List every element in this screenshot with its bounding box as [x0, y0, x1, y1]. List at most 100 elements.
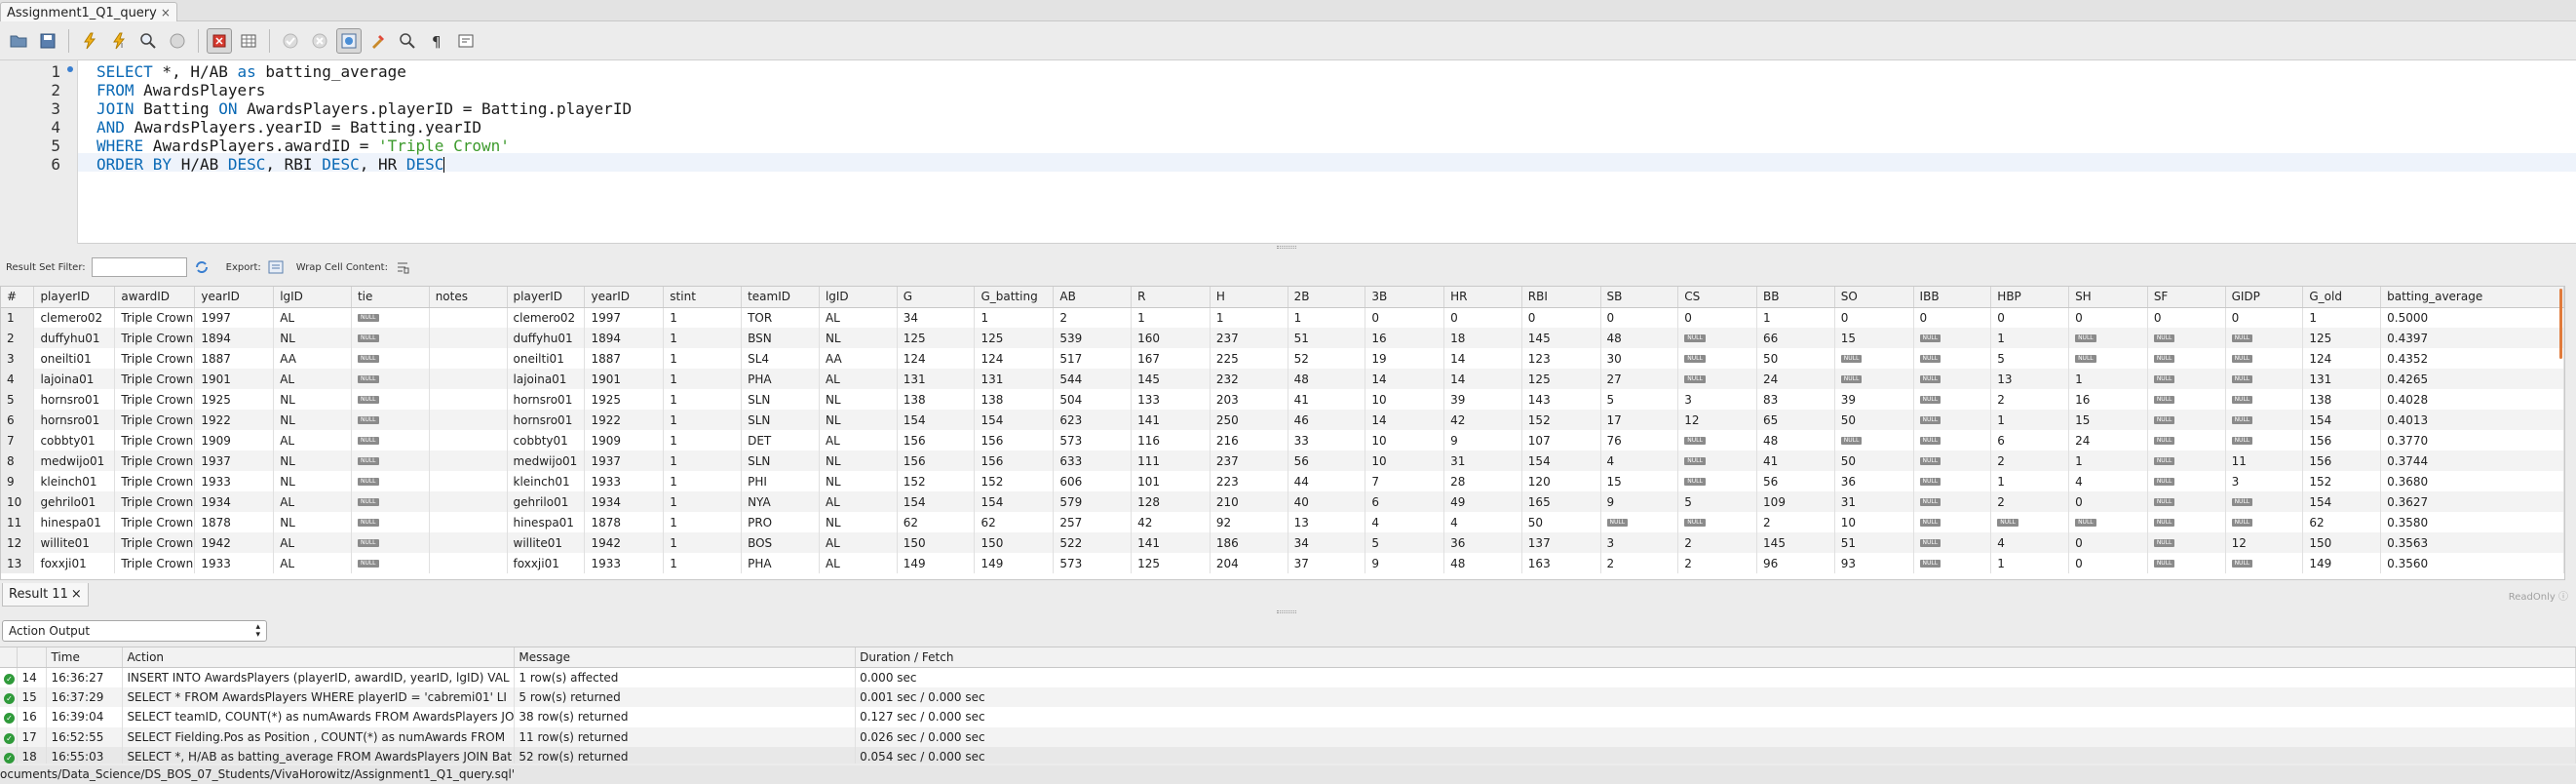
table-cell[interactable]: cobbty01: [507, 430, 586, 451]
table-cell[interactable]: NL: [273, 512, 352, 532]
table-cell[interactable]: 167: [1131, 348, 1211, 369]
table-cell[interactable]: Triple Crown: [114, 328, 196, 348]
table-cell[interactable]: [429, 491, 508, 512]
table-cell[interactable]: 1: [663, 430, 743, 451]
table-cell[interactable]: 125: [1131, 553, 1211, 573]
table-cell[interactable]: 5: [1600, 389, 1679, 410]
output-cell[interactable]: SELECT teamID, COUNT(*) as numAwards FRO…: [122, 707, 516, 727]
table-cell[interactable]: NL: [273, 471, 352, 491]
table-cell[interactable]: NULL: [2147, 348, 2226, 369]
table-cell[interactable]: 1: [663, 553, 743, 573]
table-cell[interactable]: 5: [1365, 532, 1445, 553]
table-cell[interactable]: 0: [1990, 307, 2070, 328]
beautify-icon[interactable]: [365, 28, 391, 54]
table-cell[interactable]: Triple Crown: [114, 553, 196, 573]
table-cell[interactable]: NULL: [1913, 553, 1992, 573]
table-cell[interactable]: AA: [819, 348, 898, 369]
table-cell[interactable]: NL: [819, 328, 898, 348]
table-cell[interactable]: NYA: [741, 491, 820, 512]
table-cell[interactable]: 31: [1834, 491, 1914, 512]
table-cell[interactable]: 186: [1210, 532, 1288, 553]
table-cell[interactable]: 1: [663, 348, 743, 369]
execute-icon[interactable]: [77, 28, 102, 54]
table-cell[interactable]: 544: [1053, 369, 1133, 389]
table-cell[interactable]: 92: [1210, 512, 1288, 532]
table-cell[interactable]: NL: [273, 410, 352, 430]
table-cell[interactable]: AL: [273, 491, 352, 512]
commit-icon[interactable]: [278, 28, 303, 54]
table-cell[interactable]: 1933: [194, 553, 275, 573]
table-cell[interactable]: 2: [1990, 491, 2070, 512]
refresh-icon[interactable]: [193, 258, 211, 276]
table-cell[interactable]: 232: [1210, 369, 1288, 389]
table-cell[interactable]: 1933: [584, 471, 665, 491]
table-cell[interactable]: 0.4352: [2380, 348, 2564, 369]
table-cell[interactable]: medwijo01: [507, 451, 586, 471]
table-cell[interactable]: 1894: [584, 328, 665, 348]
table-cell[interactable]: NULL: [1913, 430, 1992, 451]
table-cell[interactable]: 1: [2068, 451, 2148, 471]
table-cell[interactable]: 2: [1756, 512, 1835, 532]
table-cell[interactable]: 1: [1990, 328, 2070, 348]
table-cell[interactable]: clemero02: [33, 307, 116, 328]
table-cell[interactable]: 36: [1834, 471, 1914, 491]
row-number[interactable]: 6: [1, 410, 35, 430]
row-number[interactable]: 4: [1, 369, 35, 389]
table-cell[interactable]: AL: [273, 430, 352, 451]
table-cell[interactable]: 4: [1365, 512, 1445, 532]
column-header[interactable]: notes: [429, 287, 508, 308]
invisible-chars-icon[interactable]: ¶: [424, 28, 449, 54]
table-cell[interactable]: NULL: [1677, 451, 1758, 471]
table-cell[interactable]: 1: [2068, 369, 2148, 389]
table-cell[interactable]: 1: [1210, 307, 1288, 328]
row-number[interactable]: 3: [1, 348, 35, 369]
table-cell[interactable]: 1909: [584, 430, 665, 451]
table-cell[interactable]: oneilti01: [507, 348, 586, 369]
table-cell[interactable]: NULL: [1677, 348, 1758, 369]
table-cell[interactable]: 0: [1600, 307, 1679, 328]
table-cell[interactable]: NULL: [351, 471, 430, 491]
table-cell[interactable]: NULL: [1677, 471, 1758, 491]
table-row[interactable]: 8 medwijo01 Triple Crown 1937 NL NULL medwijo0…: [1, 451, 2564, 471]
result-toggle-icon[interactable]: [236, 28, 261, 54]
table-cell[interactable]: 4: [1990, 532, 2070, 553]
table-cell[interactable]: cobbty01: [33, 430, 116, 451]
table-cell[interactable]: 204: [1210, 553, 1288, 573]
table-cell[interactable]: [429, 471, 508, 491]
table-cell[interactable]: NULL: [351, 369, 430, 389]
table-cell[interactable]: 48: [1600, 328, 1679, 348]
table-cell[interactable]: 50: [1521, 512, 1601, 532]
table-cell[interactable]: gehrilo01: [33, 491, 116, 512]
column-header[interactable]: H: [1210, 287, 1288, 308]
output-cell[interactable]: SELECT * FROM AwardsPlayers WHERE player…: [122, 686, 516, 707]
table-cell[interactable]: 34: [1288, 532, 1366, 553]
table-cell[interactable]: foxxji01: [507, 553, 586, 573]
table-cell[interactable]: 210: [1210, 491, 1288, 512]
table-cell[interactable]: NL: [819, 512, 898, 532]
output-cell[interactable]: 17: [17, 726, 48, 747]
table-cell[interactable]: AL: [273, 532, 352, 553]
table-cell[interactable]: DET: [741, 430, 820, 451]
table-cell[interactable]: 111: [1131, 451, 1211, 471]
table-cell[interactable]: 120: [1521, 471, 1601, 491]
column-header[interactable]: #: [1, 287, 35, 308]
table-cell[interactable]: 50: [1834, 410, 1914, 430]
table-cell[interactable]: 203: [1210, 389, 1288, 410]
column-header[interactable]: SH: [2068, 287, 2148, 308]
column-header[interactable]: 2B: [1288, 287, 1366, 308]
table-cell[interactable]: 152: [974, 471, 1055, 491]
table-cell[interactable]: 623: [1053, 410, 1133, 430]
table-cell[interactable]: 0.3770: [2380, 430, 2564, 451]
table-cell[interactable]: 42: [1443, 410, 1522, 430]
table-cell[interactable]: [429, 512, 508, 532]
table-cell[interactable]: 154: [2302, 491, 2382, 512]
row-number[interactable]: 1: [1, 307, 35, 328]
table-cell[interactable]: 76: [1600, 430, 1679, 451]
table-cell[interactable]: NULL: [1913, 451, 1992, 471]
table-cell[interactable]: 154: [2302, 410, 2382, 430]
row-number[interactable]: 7: [1, 430, 35, 451]
table-cell[interactable]: 154: [897, 491, 976, 512]
output-cell[interactable]: 16:36:27: [46, 667, 124, 687]
table-cell[interactable]: 48: [1443, 553, 1522, 573]
table-cell[interactable]: Triple Crown: [114, 491, 196, 512]
